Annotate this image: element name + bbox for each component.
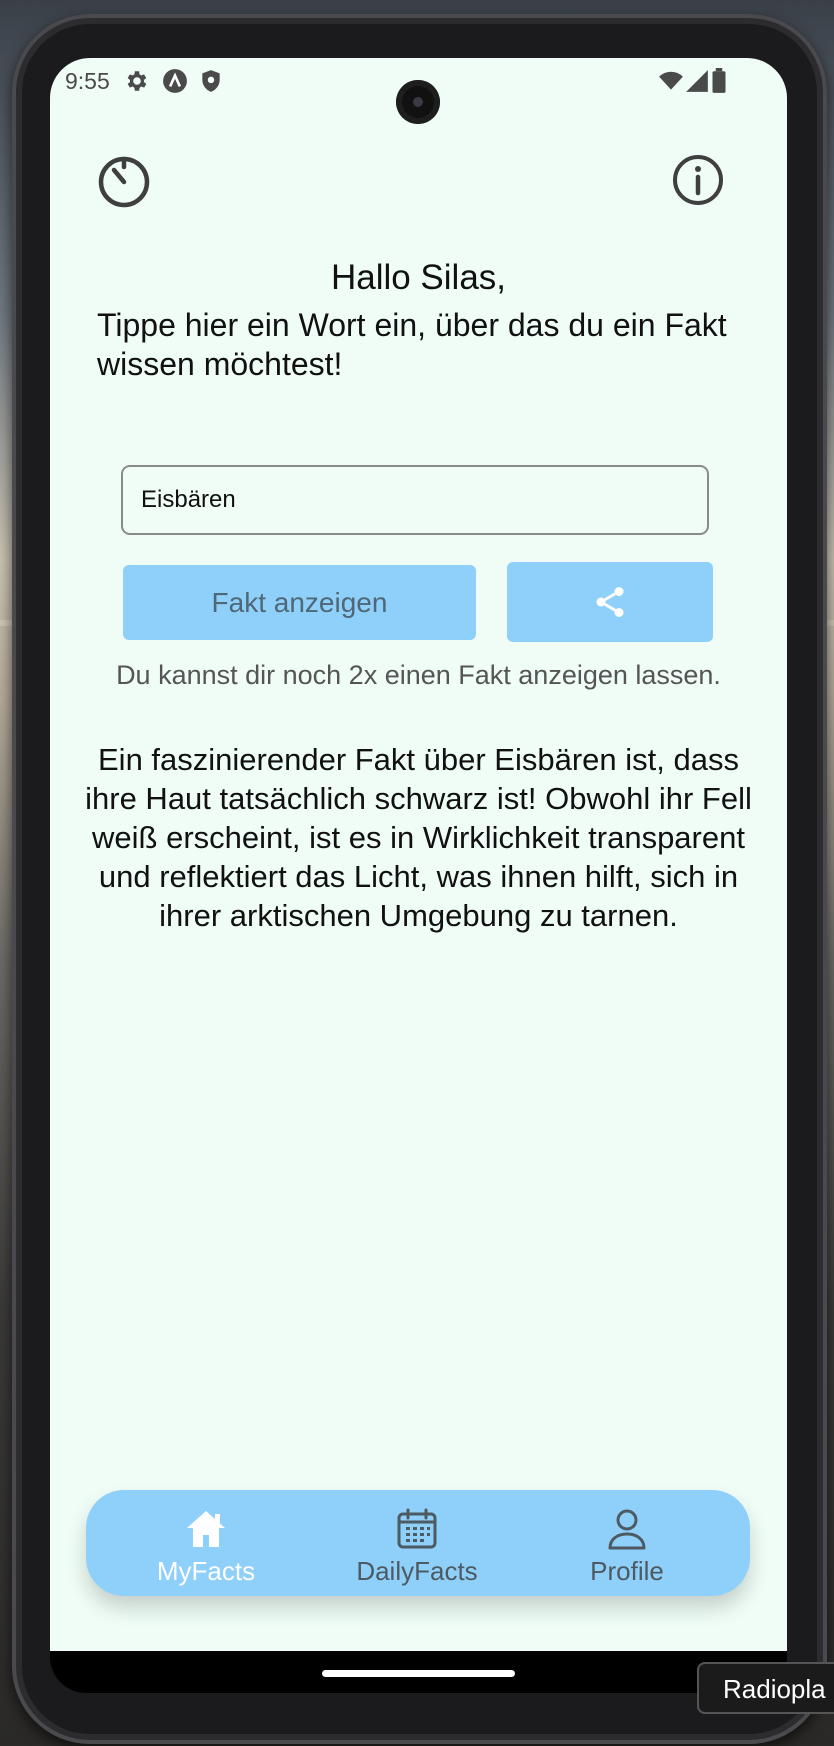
a-circle-icon (163, 69, 187, 93)
shield-icon (202, 70, 220, 92)
home-icon (187, 1511, 225, 1547)
gear-icon (127, 71, 147, 91)
nav-item-dailyfacts[interactable]: DailyFacts (317, 1508, 517, 1587)
show-fact-button[interactable]: Fakt anzeigen (123, 565, 476, 640)
share-icon (596, 587, 624, 617)
calendar-icon (397, 1508, 437, 1549)
nav-label-profile: Profile (590, 1556, 664, 1586)
greeting-heading: Hallo Silas, (330, 258, 507, 297)
share-button[interactable] (507, 562, 713, 642)
app-screen: 9:55 Hallo Silas, Tippe hier ein Wort ei… (50, 58, 787, 1651)
bottom-navigation: MyFacts DailyFacts Profile (86, 1490, 750, 1596)
fact-text: Ein faszinierender Fakt über Eisbären is… (85, 742, 752, 933)
front-camera (396, 80, 440, 124)
word-input[interactable] (121, 465, 709, 535)
info-icon[interactable] (670, 152, 726, 208)
wifi-icon (659, 71, 683, 90)
nav-label-dailyfacts: DailyFacts (356, 1556, 478, 1586)
nav-item-profile[interactable]: Profile (527, 1508, 727, 1587)
battery-icon (712, 68, 726, 93)
remaining-count-text: Du kannst dir noch 2x einen Fakt anzeige… (116, 660, 721, 690)
person-icon (608, 1509, 646, 1550)
radio-tooltip: Radiopla (697, 1662, 834, 1714)
prompt-text: Tippe hier ein Wort ein, über das du ein… (97, 307, 727, 382)
timer-icon[interactable] (96, 152, 152, 208)
signal-icon (686, 70, 708, 92)
gesture-handle[interactable] (322, 1670, 515, 1677)
status-time: 9:55 (65, 68, 110, 94)
nav-label-myfacts: MyFacts (156, 1556, 256, 1586)
nav-item-myfacts[interactable]: MyFacts (106, 1508, 306, 1587)
